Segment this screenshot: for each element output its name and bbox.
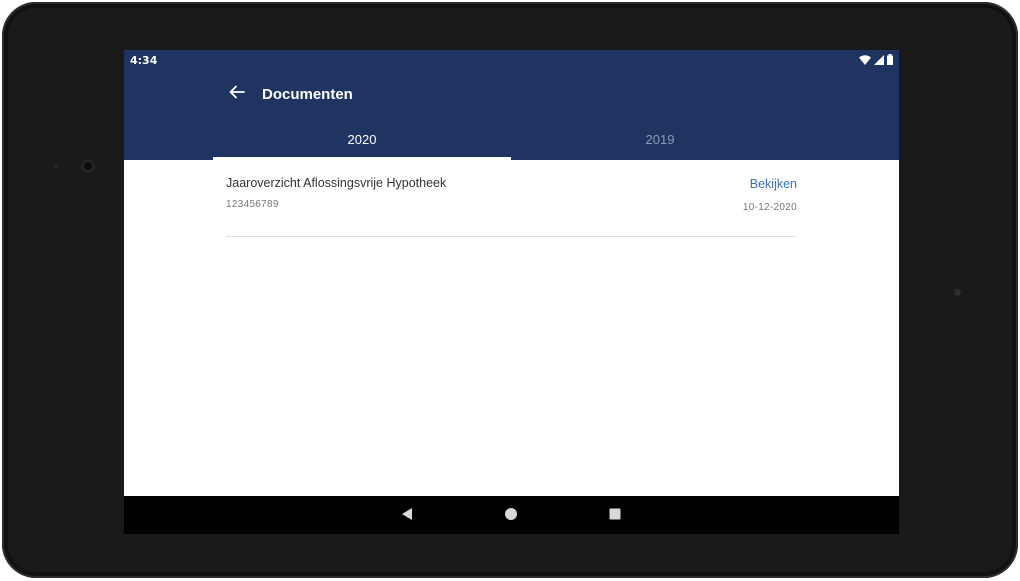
back-button[interactable] <box>222 78 252 108</box>
wifi-icon <box>859 54 871 65</box>
document-title: Jaaroverzicht Aflossingsvrije Hypotheek <box>226 176 447 190</box>
document-number: 123456789 <box>226 199 279 210</box>
back-triangle-icon <box>400 506 414 525</box>
list-item[interactable]: Jaaroverzicht Aflossingsvrije Hypotheek … <box>226 160 797 237</box>
battery-icon <box>887 54 893 65</box>
cell-signal-icon <box>874 54 884 65</box>
nav-home-button[interactable] <box>502 506 520 524</box>
year-tabs: 2020 2019 <box>213 122 809 160</box>
view-document-link[interactable]: Bekijken <box>750 177 797 191</box>
recents-square-icon <box>608 506 622 525</box>
nav-recents-button[interactable] <box>606 506 624 524</box>
nav-back-button[interactable] <box>398 506 416 524</box>
system-nav-bar <box>124 496 899 534</box>
status-bar: 4:34 <box>124 50 899 70</box>
sensor-dot-right <box>954 289 961 296</box>
toolbar: Documenten <box>124 70 899 122</box>
status-time: 4:34 <box>130 54 158 67</box>
sensor-dot <box>54 164 59 169</box>
tablet-frame: 4:34 Documenten 2020 2019 Jaaroverzicht … <box>2 2 1018 578</box>
tab-2019[interactable]: 2019 <box>511 122 809 160</box>
tab-2020[interactable]: 2020 <box>213 122 511 160</box>
page-title: Documenten <box>262 86 353 103</box>
document-date: 10-12-2020 <box>742 202 797 213</box>
home-circle-icon <box>504 506 518 525</box>
screen: 4:34 Documenten 2020 2019 Jaaroverzicht … <box>124 50 899 534</box>
app-bar: 4:34 Documenten 2020 2019 <box>124 50 899 160</box>
status-icons <box>859 54 893 65</box>
front-camera <box>81 159 95 173</box>
arrow-left-icon <box>229 84 245 103</box>
